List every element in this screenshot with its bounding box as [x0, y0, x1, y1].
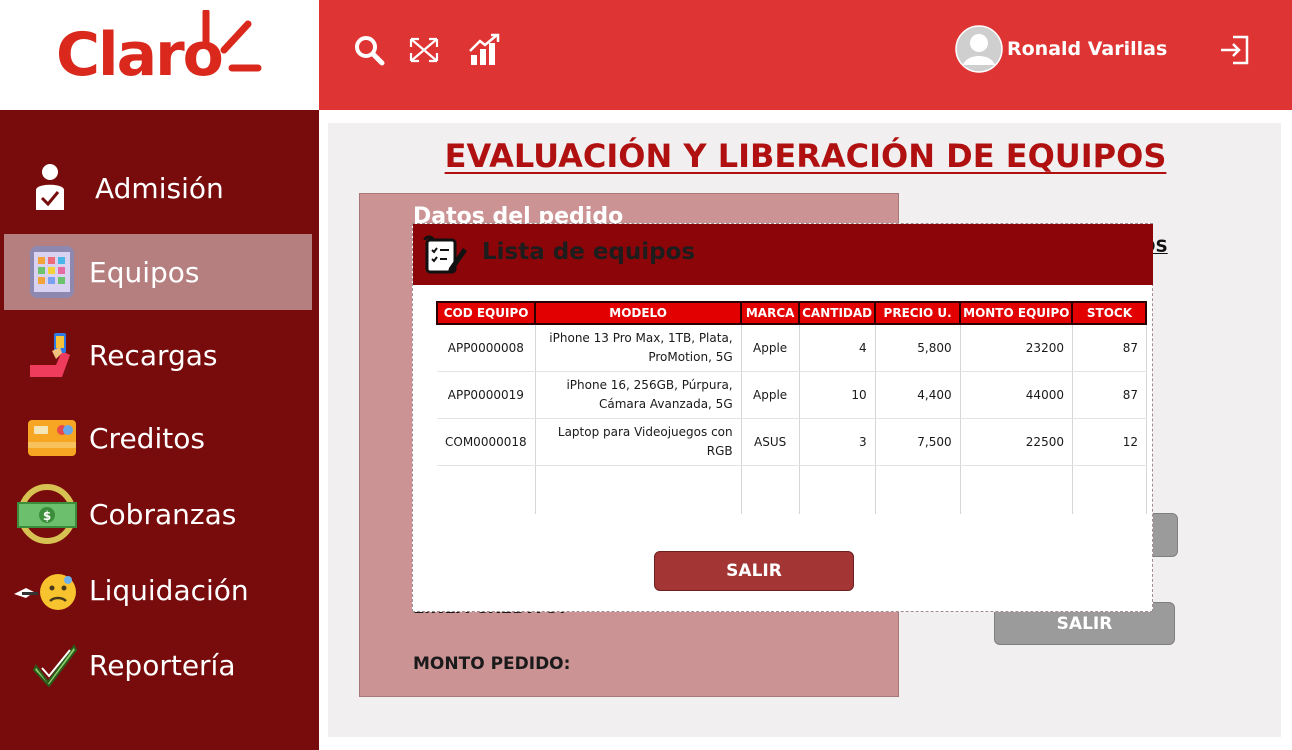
column-header[interactable]: PRECIO U.	[874, 301, 962, 325]
cell-marca: Apple	[741, 371, 800, 419]
column-header[interactable]: MARCA	[740, 301, 801, 325]
empty-cell	[799, 465, 876, 514]
cell-cod: APP0000008	[437, 324, 536, 372]
shuffle-icon[interactable]	[407, 33, 443, 67]
equipment-table: COD EQUIPO MODELO MARCA CANTIDAD PRECIO …	[435, 301, 1148, 514]
sidebar-item-label: Admisión	[95, 171, 224, 205]
table-row-empty[interactable]	[437, 465, 1147, 514]
money-bill-icon: $	[17, 484, 77, 544]
modal-title: Lista de equipos	[482, 239, 696, 265]
empty-cell	[437, 465, 536, 514]
cell-stock: 87	[1072, 324, 1147, 372]
top-bar: Ronald Varillas	[319, 0, 1292, 110]
cell-monto: 23200	[960, 324, 1073, 372]
column-header[interactable]: MODELO	[534, 301, 743, 325]
cell-precio: 5,800	[875, 324, 961, 372]
chart-growth-icon[interactable]	[467, 33, 503, 67]
cell-cantidad: 4	[799, 324, 876, 372]
column-header[interactable]: CANTIDAD	[798, 301, 877, 325]
cell-marca: Apple	[741, 324, 800, 372]
table-row[interactable]: COM0000018 Laptop para Videojuegos con R…	[437, 418, 1147, 466]
order-amount-label: MONTO PEDIDO:	[413, 654, 571, 674]
empty-cell	[1072, 465, 1147, 514]
empty-cell	[535, 465, 742, 514]
sidebar-item-label: Recargas	[89, 338, 218, 372]
avatar-icon	[955, 25, 1003, 73]
column-header[interactable]: COD EQUIPO	[435, 301, 537, 325]
sidebar-item-label: Cobranzas	[89, 497, 237, 531]
table-header-row: COD EQUIPO MODELO MARCA CANTIDAD PRECIO …	[435, 301, 1148, 325]
svg-text:$: $	[43, 509, 51, 523]
cell-modelo: iPhone 13 Pro Max, 1TB, Plata, ProMotion,…	[535, 324, 742, 372]
sidebar-item-liquidacion[interactable]: Liquidación	[4, 552, 312, 628]
modal-header: Lista de equipos	[413, 224, 1153, 285]
admission-person-icon	[36, 164, 64, 210]
table-row[interactable]: APP0000019 iPhone 16, 256GB, Púrpura, Cám…	[437, 371, 1147, 419]
edit-list-icon	[423, 235, 467, 274]
credit-card-icon	[28, 420, 76, 456]
cell-cantidad: 3	[799, 418, 876, 466]
cell-marca: ASUS	[741, 418, 800, 466]
page-title: EVALUACIÓN Y LIBERACIÓN DE EQUIPOS	[444, 137, 1167, 175]
cell-modelo: Laptop para Videojuegos con RGB	[535, 418, 742, 466]
sidebar-item-recargas[interactable]: Recargas	[4, 317, 312, 393]
modal-exit-button[interactable]: SALIR	[654, 551, 854, 591]
claro-logo-mark	[202, 10, 262, 72]
sidebar-item-creditos[interactable]: Creditos	[4, 400, 312, 476]
cell-monto: 44000	[960, 371, 1073, 419]
cell-cantidad: 10	[799, 371, 876, 419]
sidebar-item-label: Liquidación	[89, 573, 249, 607]
cell-precio: 4,400	[875, 371, 961, 419]
sidebar-item-label: Creditos	[89, 421, 205, 455]
sidebar-item-label: Equipos	[89, 255, 200, 289]
phone-apps-icon	[30, 246, 74, 298]
empty-cell	[875, 465, 961, 514]
sidebar-item-admision[interactable]: Admisión	[4, 150, 312, 226]
logo-area: Claro	[0, 0, 319, 110]
sidebar: Admisión Equipos Recargas Creditos $ Cob…	[0, 110, 319, 750]
column-header[interactable]: STOCK	[1071, 301, 1148, 325]
check-mark-icon	[32, 644, 78, 688]
equipment-list-modal: Lista de equipos COD EQUIPO MODELO MARCA…	[412, 223, 1153, 612]
sidebar-item-equipos[interactable]: Equipos	[4, 234, 312, 310]
cell-precio: 7,500	[875, 418, 961, 466]
sidebar-item-label: Reportería	[89, 648, 236, 682]
logout-icon[interactable]	[1217, 33, 1253, 67]
empty-cell	[960, 465, 1073, 514]
user-name: Ronald Varillas	[1007, 38, 1168, 60]
table-row[interactable]: APP0000008 iPhone 13 Pro Max, 1TB, Plata…	[437, 324, 1147, 372]
search-icon[interactable]	[351, 33, 387, 67]
empty-cell	[741, 465, 800, 514]
cell-stock: 12	[1072, 418, 1147, 466]
user-profile[interactable]: Ronald Varillas	[955, 25, 1167, 73]
cell-monto: 22500	[960, 418, 1073, 466]
cell-cod: COM0000018	[437, 418, 536, 466]
worried-face-icon	[14, 574, 76, 610]
cell-cod: APP0000019	[437, 371, 536, 419]
column-header[interactable]: MONTO EQUIPO	[959, 301, 1074, 325]
cell-stock: 87	[1072, 371, 1147, 419]
sidebar-item-cobranzas[interactable]: $ Cobranzas	[4, 476, 312, 552]
sidebar-item-reporteria[interactable]: Reportería	[4, 627, 312, 703]
cell-modelo: iPhone 16, 256GB, Púrpura, Cámara Avanzad…	[535, 371, 742, 419]
hand-phone-icon	[30, 333, 70, 377]
